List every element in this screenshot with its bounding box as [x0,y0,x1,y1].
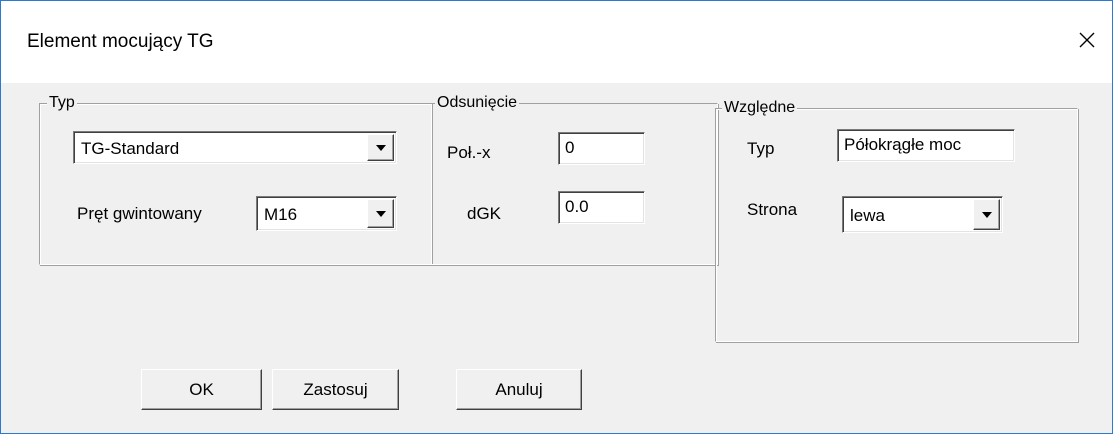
type-select[interactable]: TG-Standard [73,131,397,164]
title-bar: Element mocujący TG [1,1,1112,83]
apply-button[interactable]: Zastosuj [272,369,399,410]
strona-select-value: lewa [850,206,885,225]
wzgledne-typ-label: Typ [747,139,775,158]
rod-select-value: M16 [264,205,298,224]
dgk-input[interactable]: 0.0 [558,191,645,224]
group-typ-legend: Typ [47,94,77,112]
polx-input[interactable]: 0 [558,132,645,165]
strona-select[interactable]: lewa [842,196,1003,233]
polx-label: Poł.-x [447,143,491,162]
rod-label: Pręt gwintowany [77,204,202,223]
dgk-label: dGK [467,204,502,223]
strona-label: Strona [747,200,798,219]
ok-button[interactable]: OK [141,369,262,410]
type-select-value: TG-Standard [81,139,180,158]
rod-select[interactable]: M16 [256,196,397,231]
wzgledne-typ-input[interactable]: Półokrągłe moc [837,129,1015,162]
group-wzgledne-legend: Względne [722,99,798,117]
group-odsuniecie [430,103,718,265]
chevron-down-icon [375,145,386,151]
group-odsuniecie-legend: Odsunięcie [435,94,520,112]
rod-select-dropdown-button[interactable] [367,199,394,228]
dialog-body: Typ TG-Standard Pręt gwintowany M16 Odsu… [1,83,1112,433]
chevron-down-icon [981,212,992,218]
window-title: Element mocujący TG [27,31,214,52]
close-button[interactable] [1064,20,1110,60]
strona-select-dropdown-button[interactable] [973,199,1000,230]
group-typ [39,103,432,265]
type-select-dropdown-button[interactable] [367,134,394,161]
close-icon [1079,32,1095,48]
chevron-down-icon [375,211,386,217]
cancel-button[interactable]: Anuluj [456,369,582,410]
